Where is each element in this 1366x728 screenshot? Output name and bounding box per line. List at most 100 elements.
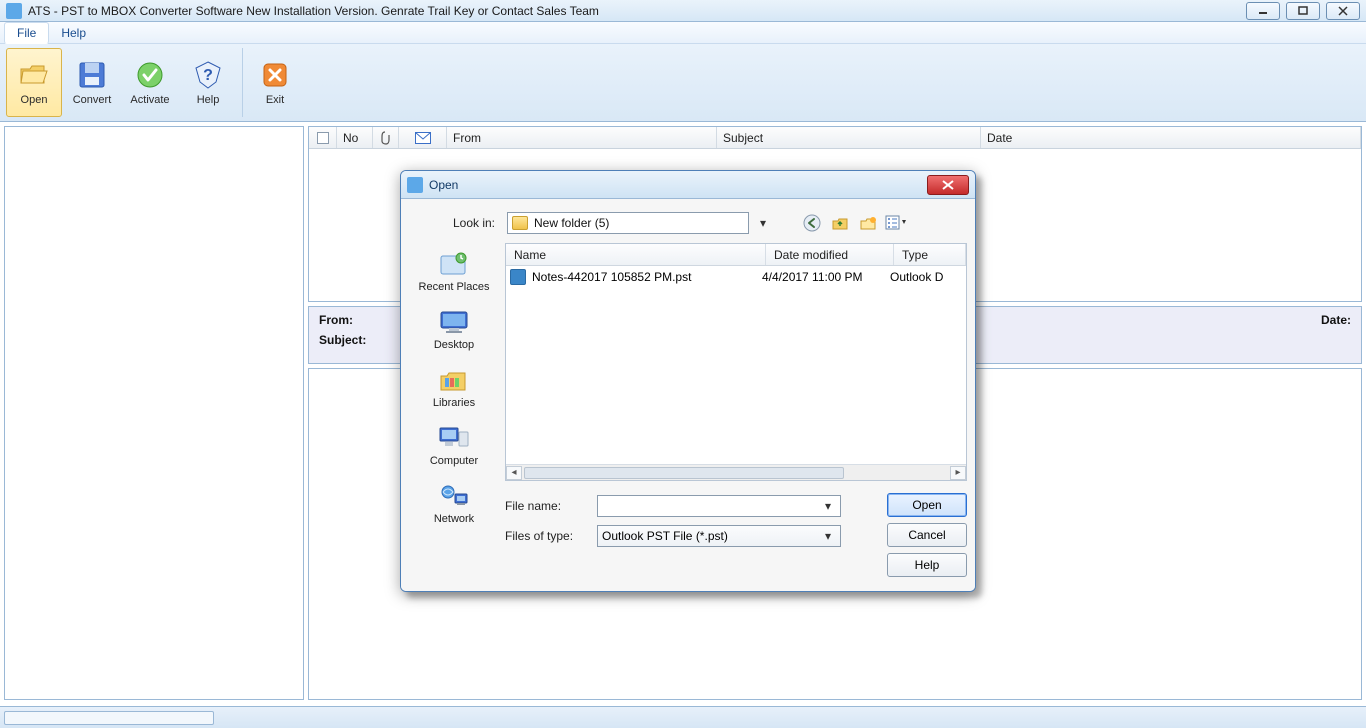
close-icon (1337, 6, 1349, 16)
filetype-value: Outlook PST File (*.pst) (602, 529, 820, 543)
statusbar (0, 706, 1366, 728)
toolbar-exit-button[interactable]: Exit (247, 48, 303, 117)
place-recent[interactable]: Recent Places (407, 243, 501, 301)
minimize-button[interactable] (1246, 2, 1280, 20)
column-attachment[interactable] (373, 127, 399, 148)
file-row[interactable]: Notes-442017 105852 PM.pst 4/4/2017 11:0… (506, 266, 966, 288)
dialog-help-button[interactable]: Help (887, 553, 967, 577)
dialog-buttons: Open Cancel Help (887, 493, 967, 577)
toolbar-exit-label: Exit (266, 94, 284, 106)
toolbar-group-main: Open Convert Activate ? Help (6, 48, 243, 117)
places-bar: Recent Places Desktop Libraries Computer (407, 243, 501, 583)
scroll-left-icon[interactable]: ◂ (506, 466, 522, 480)
libraries-icon (436, 365, 472, 395)
col-name[interactable]: Name (506, 244, 766, 265)
dialog-lookin-row: Look in: New folder (5) ▾ (401, 211, 975, 235)
chevron-down-icon[interactable]: ▾ (755, 216, 771, 230)
folder-up-icon (831, 214, 849, 232)
column-date[interactable]: Date (981, 127, 1361, 148)
check-circle-icon (134, 59, 166, 91)
toolbar-activate-label: Activate (130, 94, 169, 106)
file-name: Notes-442017 105852 PM.pst (530, 270, 762, 284)
place-libraries[interactable]: Libraries (407, 359, 501, 417)
toolbar-convert-button[interactable]: Convert (64, 48, 120, 117)
network-icon (436, 481, 472, 511)
view-icon (885, 214, 907, 232)
column-checkbox[interactable] (309, 127, 337, 148)
mail-grid-header: No From Subject Date (309, 127, 1361, 149)
progress-bar (4, 711, 214, 725)
meta-subject-label: Subject: (319, 333, 366, 347)
dialog-titlebar[interactable]: Open (401, 171, 975, 199)
place-computer[interactable]: Computer (407, 417, 501, 475)
recent-places-icon (436, 249, 472, 279)
column-subject[interactable]: Subject (717, 127, 981, 148)
toolbar: Open Convert Activate ? Help Exit (0, 44, 1366, 122)
column-no[interactable]: No (337, 127, 373, 148)
column-from[interactable]: From (447, 127, 717, 148)
filename-input[interactable]: ▾ (597, 495, 841, 517)
minimize-icon (1257, 6, 1269, 16)
up-one-level-button[interactable] (829, 212, 851, 234)
filetype-select[interactable]: Outlook PST File (*.pst) ▾ (597, 525, 841, 547)
maximize-button[interactable] (1286, 2, 1320, 20)
file-list-hscroll[interactable]: ◂ ▸ (506, 464, 966, 480)
tree-pane[interactable] (4, 126, 304, 700)
filetype-label: Files of type: (505, 529, 587, 543)
file-type: Outlook D (890, 270, 962, 284)
window-title: ATS - PST to MBOX Converter Software New… (28, 4, 1240, 18)
scroll-thumb[interactable] (524, 467, 844, 479)
scroll-right-icon[interactable]: ▸ (950, 466, 966, 480)
filename-label: File name: (505, 499, 587, 513)
close-button[interactable] (1326, 2, 1360, 20)
new-folder-button[interactable] (857, 212, 879, 234)
envelope-icon (415, 132, 431, 144)
file-list-header: Name Date modified Type (506, 244, 966, 266)
dialog-open-button[interactable]: Open (887, 493, 967, 517)
place-desktop[interactable]: Desktop (407, 301, 501, 359)
nav-back-button[interactable] (801, 212, 823, 234)
toolbar-group-exit: Exit (247, 48, 309, 117)
scroll-track[interactable] (522, 466, 950, 480)
exit-icon (259, 59, 291, 91)
file-list[interactable]: Name Date modified Type Notes-442017 105… (505, 243, 967, 481)
dialog-title: Open (429, 178, 927, 192)
chevron-down-icon[interactable]: ▾ (820, 499, 836, 513)
folder-open-icon (18, 59, 50, 91)
close-icon (941, 180, 955, 190)
help-shield-icon: ? (192, 59, 224, 91)
dialog-close-button[interactable] (927, 175, 969, 195)
dialog-body: Look in: New folder (5) ▾ (401, 199, 975, 591)
lookin-value: New folder (5) (534, 216, 744, 230)
floppy-icon (76, 59, 108, 91)
toolbar-activate-button[interactable]: Activate (122, 48, 178, 117)
app-icon (6, 3, 22, 19)
col-type[interactable]: Type (894, 244, 966, 265)
toolbar-help-label: Help (197, 94, 220, 106)
place-network-label: Network (434, 513, 474, 525)
column-envelope[interactable] (399, 127, 447, 148)
view-menu-button[interactable] (885, 212, 907, 234)
menu-help[interactable]: Help (49, 23, 98, 43)
col-modified[interactable]: Date modified (766, 244, 894, 265)
place-desktop-label: Desktop (434, 339, 474, 351)
checkbox-icon (317, 132, 329, 144)
toolbar-convert-label: Convert (73, 94, 112, 106)
desktop-icon (436, 307, 472, 337)
dialog-app-icon (407, 177, 423, 193)
toolbar-help-button[interactable]: ? Help (180, 48, 236, 117)
place-computer-label: Computer (430, 455, 478, 467)
svg-text:?: ? (203, 67, 213, 84)
maximize-icon (1297, 6, 1309, 16)
computer-icon (436, 423, 472, 453)
pst-file-icon (510, 269, 526, 285)
chevron-down-icon[interactable]: ▾ (820, 529, 836, 543)
folder-new-icon (859, 214, 877, 232)
place-network[interactable]: Network (407, 475, 501, 533)
dialog-cancel-button[interactable]: Cancel (887, 523, 967, 547)
window-titlebar: ATS - PST to MBOX Converter Software New… (0, 0, 1366, 22)
toolbar-open-button[interactable]: Open (6, 48, 62, 117)
place-recent-label: Recent Places (419, 281, 490, 293)
menu-file[interactable]: File (4, 22, 49, 44)
lookin-combo[interactable]: New folder (5) (507, 212, 749, 234)
